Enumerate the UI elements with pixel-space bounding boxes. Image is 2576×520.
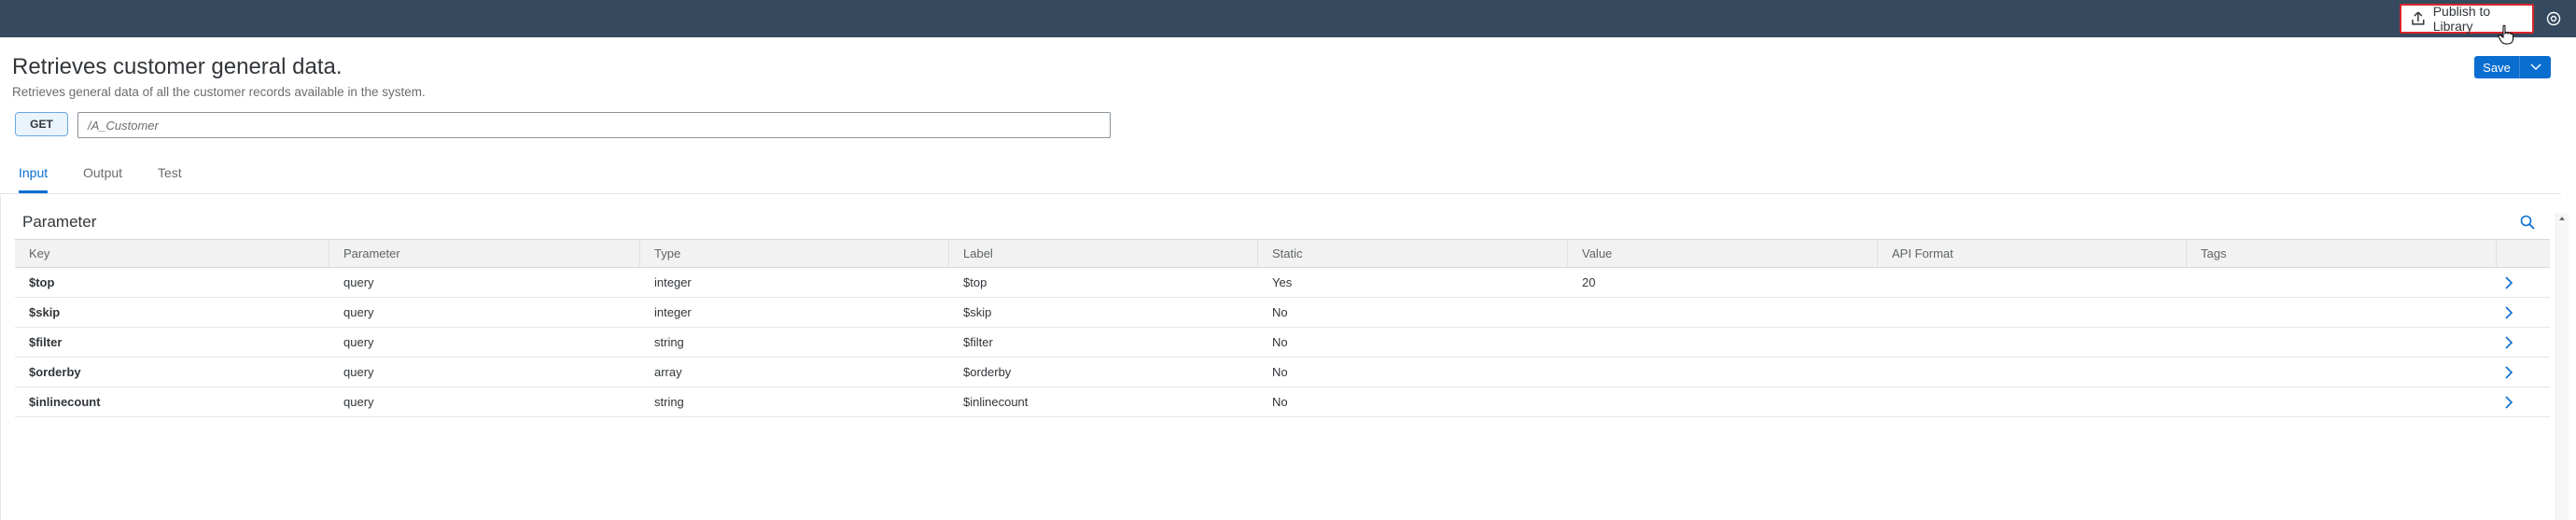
panel-border	[0, 196, 1, 520]
chevron-right-icon[interactable]	[2503, 366, 2514, 379]
cell-label: $skip	[963, 305, 992, 319]
cell-api-format	[1878, 328, 1892, 357]
cell-label: $inlinecount	[963, 395, 1029, 409]
table-row[interactable]: $skip query integer $skip No	[15, 298, 2550, 328]
cell-static: No	[1272, 365, 1288, 379]
page-subtitle: Retrieves general data of all the custom…	[12, 85, 426, 99]
table-row[interactable]: $orderby query array $orderby No	[15, 358, 2550, 387]
table-row[interactable]: $inlinecount query string $inlinecount N…	[15, 387, 2550, 417]
chevron-down-icon	[2529, 63, 2541, 71]
cell-type: integer	[654, 275, 692, 289]
parameter-table: Key Parameter Type Label Static Value AP…	[15, 239, 2550, 417]
cell-parameter: query	[343, 395, 374, 409]
table-header: Key Parameter Type Label Static Value AP…	[15, 239, 2550, 268]
chevron-right-icon[interactable]	[2503, 336, 2514, 349]
save-options-button[interactable]	[2519, 56, 2551, 78]
column-header-tags: Tags	[2187, 240, 2497, 268]
cell-api-format	[1878, 268, 1892, 297]
shell-bar: Publish to Library	[0, 0, 2576, 37]
upload-icon	[2412, 11, 2425, 25]
resource-path-input[interactable]: /A_Customer	[77, 112, 1111, 138]
cell-static: No	[1272, 305, 1288, 319]
cell-key: $inlinecount	[29, 395, 101, 409]
tab-bar: Input Output Test	[0, 159, 2561, 194]
chevron-right-icon[interactable]	[2503, 306, 2514, 319]
cell-label: $orderby	[963, 365, 1012, 379]
table-row[interactable]: $filter query string $filter No	[15, 328, 2550, 358]
search-icon[interactable]	[2519, 214, 2536, 231]
cell-key: $top	[29, 275, 55, 289]
cell-value: 20	[1582, 275, 1596, 289]
tab-input[interactable]: Input	[19, 165, 49, 193]
cell-static: No	[1272, 335, 1288, 349]
chevron-right-icon[interactable]	[2503, 276, 2514, 289]
cell-type: integer	[654, 305, 692, 319]
cell-key: $orderby	[29, 365, 81, 379]
cell-value	[1568, 358, 1582, 386]
cell-parameter: query	[343, 275, 374, 289]
column-header-key: Key	[15, 240, 329, 268]
scroll-up-arrow-icon[interactable]	[2558, 215, 2566, 222]
cell-value	[1568, 387, 1582, 416]
column-header-type: Type	[640, 240, 949, 268]
http-method-badge[interactable]: GET	[15, 112, 68, 136]
cell-parameter: query	[343, 305, 374, 319]
vertical-scrollbar[interactable]	[2555, 213, 2569, 520]
cell-parameter: query	[343, 335, 374, 349]
cell-tags	[2187, 387, 2201, 416]
table-row[interactable]: $top query integer $top Yes 20	[15, 268, 2550, 298]
cell-api-format	[1878, 387, 1892, 416]
cell-label: $filter	[963, 335, 993, 349]
cell-key: $filter	[29, 335, 63, 349]
save-button[interactable]: Save	[2474, 56, 2519, 78]
settings-icon[interactable]	[2545, 10, 2562, 27]
chevron-right-icon[interactable]	[2503, 396, 2514, 409]
cell-parameter: query	[343, 365, 374, 379]
cell-value	[1568, 328, 1582, 357]
cell-api-format	[1878, 358, 1892, 386]
column-header-parameter: Parameter	[329, 240, 640, 268]
page-title: Retrieves customer general data.	[12, 54, 343, 79]
tab-output[interactable]: Output	[83, 165, 122, 193]
cell-value	[1568, 298, 1582, 327]
cell-label: $top	[963, 275, 987, 289]
tab-test[interactable]: Test	[158, 165, 182, 193]
cell-static: No	[1272, 395, 1288, 409]
cell-static: Yes	[1272, 275, 1293, 289]
save-split-button: Save	[2474, 56, 2551, 78]
cell-type: array	[654, 365, 682, 379]
column-header-api-format: API Format	[1878, 240, 2187, 268]
publish-label: Publish to Library	[2432, 4, 2491, 34]
cell-type: string	[654, 335, 684, 349]
cell-tags	[2187, 358, 2201, 386]
cell-key: $skip	[29, 305, 61, 319]
cell-type: string	[654, 395, 684, 409]
parameter-panel-title: Parameter	[22, 213, 97, 231]
column-header-static: Static	[1258, 240, 1568, 268]
column-header-value: Value	[1568, 240, 1878, 268]
hand-cursor-icon	[2498, 24, 2513, 45]
cell-tags	[2187, 328, 2201, 357]
cell-api-format	[1878, 298, 1892, 327]
column-header-label: Label	[949, 240, 1258, 268]
cell-tags	[2187, 268, 2201, 297]
cell-tags	[2187, 298, 2201, 327]
